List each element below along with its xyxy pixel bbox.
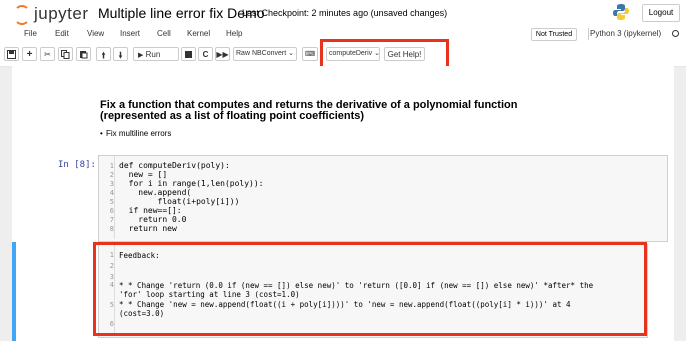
code-line: def computeDeriv(poly): (119, 161, 230, 170)
keyboard-icon[interactable]: ⌨ (302, 47, 318, 61)
cell-type-select[interactable]: Raw NBConvert ⌄ (233, 47, 297, 61)
fast-forward-icon[interactable]: ▶▶ (215, 47, 230, 61)
kernel-idle-indicator (672, 30, 679, 37)
code-line: for i in range(1,len(poly)): (119, 179, 264, 188)
copy-icon[interactable] (58, 47, 73, 61)
restart-icon[interactable]: C (198, 47, 213, 61)
code-line: return 0.0 (119, 215, 187, 224)
notebook-title[interactable]: Multiple line error fix Demo (98, 5, 265, 21)
code-line: new.append( (119, 188, 192, 197)
cut-icon[interactable]: ✂ (40, 47, 55, 61)
line-number: 5 (109, 198, 114, 206)
play-icon: ▶ (138, 52, 144, 59)
code-line: return new (119, 224, 177, 233)
code-line: new = [] (119, 170, 168, 179)
code-line: if new==[]: (119, 206, 182, 215)
jupyter-logo-text: jupyter (34, 4, 89, 23)
checkpoint-status: Last Checkpoint: 2 minutes ago (unsaved … (242, 8, 448, 18)
input-prompt: In [8]: (58, 160, 96, 170)
line-number: 2 (109, 171, 114, 179)
kernel-name[interactable]: Python 3 (ipykernel) (590, 29, 661, 38)
move-up-icon[interactable]: 🠙 (96, 47, 111, 61)
bullet-item: Fix multiline errors (100, 129, 171, 138)
run-label: Run (145, 50, 161, 59)
menu-cell[interactable]: Cell (157, 29, 171, 38)
insert-cell-icon[interactable]: + (22, 47, 37, 61)
menu-insert[interactable]: Insert (120, 29, 140, 38)
line-number: 6 (109, 207, 114, 215)
line-number: 7 (109, 216, 114, 224)
menu-view[interactable]: View (87, 29, 104, 38)
save-icon[interactable] (4, 47, 19, 61)
move-down-icon[interactable]: 🠛 (113, 47, 128, 61)
highlight-box-feedback (93, 242, 647, 336)
paste-icon[interactable] (76, 47, 91, 61)
run-button[interactable]: ▶ Run (133, 47, 179, 61)
line-number: 8 (109, 225, 114, 233)
logout-button[interactable]: Logout (642, 4, 680, 22)
line-number: 4 (109, 189, 114, 197)
markdown-heading: Fix a function that computes and returns… (100, 100, 550, 122)
code-line: float(i+poly[i])) (119, 197, 240, 206)
line-number-gutter (114, 156, 115, 239)
kernel-separator (588, 28, 589, 40)
stop-icon[interactable] (181, 47, 196, 61)
line-number: 1 (109, 162, 114, 170)
chevron-down-icon: ⌄ (288, 50, 295, 57)
trust-status-button[interactable]: Not Trusted (531, 28, 577, 41)
line-number: 3 (109, 180, 114, 188)
menu-kernel[interactable]: Kernel (187, 29, 210, 38)
notebook-header: jupyter Multiple line error fix Demo Las… (0, 0, 686, 26)
cell-type-value: Raw NBConvert (236, 50, 287, 57)
jupyter-logo[interactable]: jupyter (12, 3, 98, 25)
menu-file[interactable]: File (24, 29, 37, 38)
jupyter-logo-bottom-arc (14, 9, 30, 25)
menu-help[interactable]: Help (226, 29, 242, 38)
heading-line-2: (represented as a list of floating point… (100, 110, 365, 122)
python-icon (613, 4, 629, 20)
menu-edit[interactable]: Edit (55, 29, 69, 38)
